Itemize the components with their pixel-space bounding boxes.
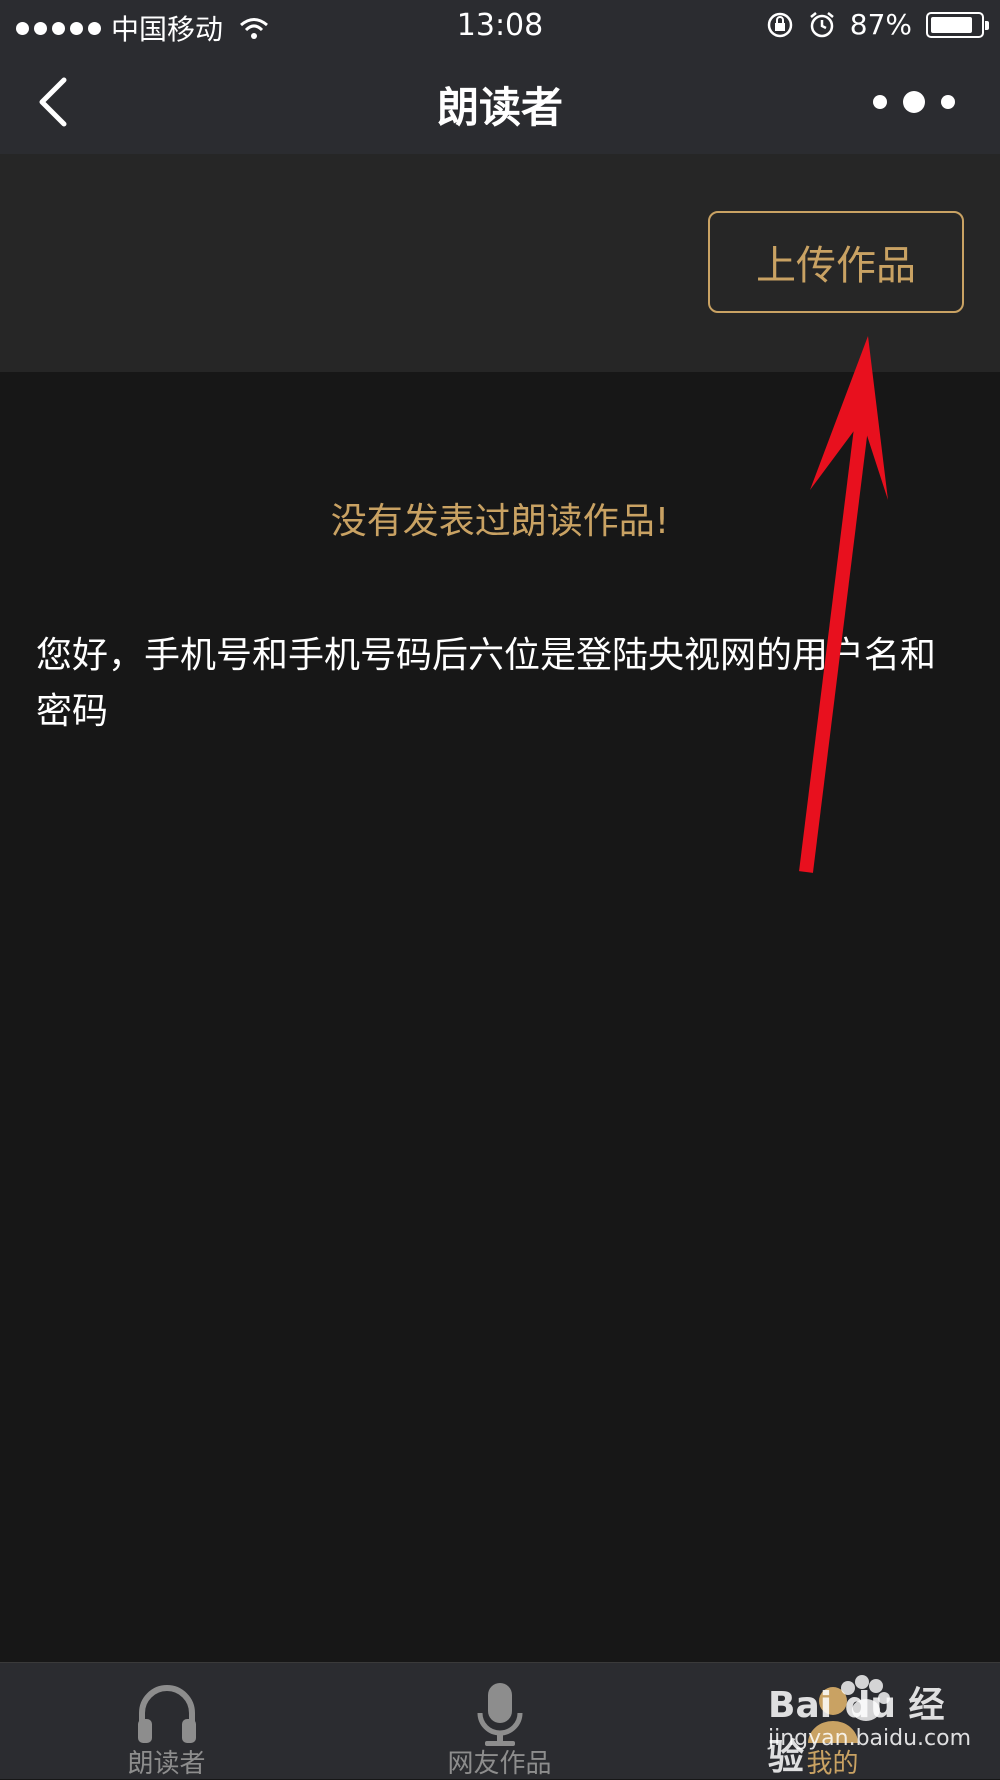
baidu-watermark: Bai du 经验 jingyan.baidu.com [768,1670,972,1778]
tab-label: 网友作品 [447,1749,552,1779]
more-options-icon[interactable] [866,84,962,120]
rotation-lock-icon [767,12,793,37]
status-right: 87% [766,8,989,41]
upload-section: 上传作品 [0,154,1000,372]
status-bar: 中国移动 13:08 87% [0,0,1000,50]
alarm-icon [809,11,834,37]
page-title: 朗读者 [436,83,563,132]
microphone-icon [477,1683,522,1746]
navigation-bar: 朗读者 [0,50,1000,154]
empty-state-message: 没有发表过朗读作品! [330,501,670,542]
login-notice-text: 您好，手机号和手机号码后六位是登陆央视网的用户名和密码 [36,635,937,732]
battery-icon [926,11,989,38]
headphones-icon [137,1685,196,1743]
tab-label: 朗读者 [127,1749,206,1779]
tab-reader[interactable]: 朗读者 [0,1663,333,1779]
tab-user-works[interactable]: 网友作品 [333,1663,666,1779]
watermark-url: jingyan.baidu.com [768,1726,972,1751]
upload-works-button[interactable]: 上传作品 [708,211,964,313]
battery-percent: 87% [849,8,912,41]
